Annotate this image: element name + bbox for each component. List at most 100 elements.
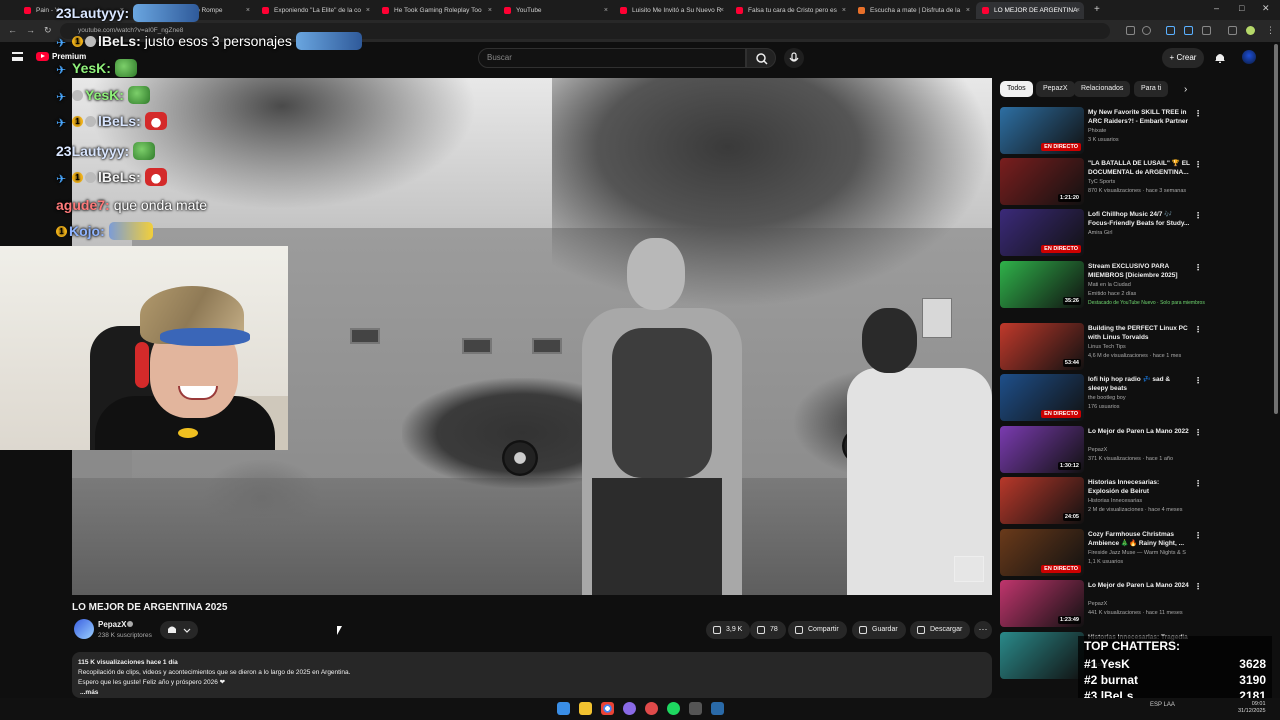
subscription-bell-button[interactable] [160,621,198,639]
filter-chip[interactable]: PepazX [1036,81,1075,97]
video-thumbnail[interactable]: 1:23:49 [1000,580,1084,627]
like-button[interactable]: 3,9 K [706,621,751,639]
filter-chip[interactable]: Relacionados [1074,81,1131,97]
more-actions-button[interactable]: ··· [974,621,992,639]
app-icon[interactable] [689,702,702,715]
video-title-link[interactable]: My New Favorite SKILL TREE in ARC Raider… [1088,108,1192,126]
share-button[interactable]: Compartir [788,621,847,639]
sidebar-icon[interactable] [1228,26,1237,35]
more-options-icon[interactable]: ⋮ [1194,263,1202,272]
reload-icon[interactable]: ↻ [44,25,52,36]
chevron-right-icon[interactable]: › [1184,84,1187,95]
more-options-icon[interactable]: ⋮ [1194,428,1202,437]
extensions-puzzle-icon[interactable] [1202,26,1211,35]
back-icon[interactable]: ← [8,25,17,35]
cast-icon[interactable] [1126,26,1135,35]
recommended-video[interactable]: EN DIRECTO My New Favorite SKILL TREE in … [1000,107,1202,155]
maximize-button[interactable]: □ [1239,3,1244,13]
close-tab-icon[interactable]: × [366,7,370,14]
system-clock[interactable]: 09:01 31/12/2025 [1238,701,1266,715]
video-thumbnail[interactable]: 24:05 [1000,477,1084,524]
video-title-link[interactable]: Stream EXCLUSIVO PARA MIEMBROS [Diciembr… [1088,262,1192,280]
recommended-video[interactable]: 1:21:20 "LA BATALLA DE LUSAIL" 🏆 EL DOCUM… [1000,158,1202,206]
profile-avatar[interactable] [1246,26,1255,35]
show-more-link[interactable]: ...más [78,688,986,698]
video-thumbnail[interactable]: 35:26 [1000,261,1084,308]
browser-tab[interactable]: Exponiendo "La Elite" de la co × [256,2,374,19]
discord-icon[interactable] [623,702,636,715]
close-tab-icon[interactable]: × [488,7,492,14]
dislike-button[interactable]: 78 [750,621,786,639]
more-options-icon[interactable]: ⋮ [1194,211,1202,220]
filter-chip[interactable]: Para ti [1134,81,1169,97]
more-options-icon[interactable]: ⋮ [1194,376,1202,385]
more-options-icon[interactable]: ⋮ [1194,325,1202,334]
recommended-video[interactable]: 1:23:49 Lo Mejor de Paren La Mano 2024 Pep… [1000,580,1202,628]
video-thumbnail[interactable]: EN DIRECTO [1000,374,1084,421]
video-title-link[interactable]: lofi hip hop radio 💤 sad & sleepy beats [1088,375,1192,393]
recommended-video[interactable]: EN DIRECTO Cozy Farmhouse Christmas Ambie… [1000,529,1202,577]
browser-tab[interactable]: Escucha a mate | Disfruta de la × [852,2,974,19]
app-icon[interactable] [645,702,658,715]
youtube-logo-icon[interactable] [36,52,49,61]
page-scrollbar[interactable] [1274,44,1278,414]
more-options-icon[interactable]: ⋮ [1194,531,1202,540]
search-button[interactable] [746,48,776,68]
steam-icon[interactable] [711,702,724,715]
video-title-link[interactable]: "LA BATALLA DE LUSAIL" 🏆 EL DOCUMENTAL d… [1088,159,1192,177]
video-title-link[interactable]: Lo Mejor de Paren La Mano 2022 [1088,427,1192,436]
video-title-link[interactable]: Lo Mejor de Paren La Mano 2024 [1088,581,1192,590]
video-title-link[interactable]: Historias Innecesarias: Explosión de Bei… [1088,478,1192,496]
video-thumbnail[interactable]: EN DIRECTO [1000,107,1084,154]
recommended-video[interactable]: 53:44 Building the PERFECT Linux PC with … [1000,323,1202,371]
close-tab-icon[interactable]: × [720,7,724,14]
recommended-video[interactable]: 24:05 Historias Innecesarias: Explosión d… [1000,477,1202,525]
close-tab-icon[interactable]: × [966,7,970,14]
create-button[interactable]: + Crear [1162,48,1204,68]
minimize-button[interactable]: – [1214,3,1219,13]
download-button[interactable]: Descargar [910,621,971,639]
recommended-video[interactable]: EN DIRECTO lofi hip hop radio 💤 sad & sle… [1000,374,1202,422]
browser-menu-icon[interactable]: ⋮ [1266,25,1275,36]
new-tab-button[interactable]: + [1094,4,1100,15]
video-thumbnail[interactable]: 1:30:12 [1000,426,1084,473]
more-options-icon[interactable]: ⋮ [1194,479,1202,488]
close-tab-icon[interactable]: × [1076,7,1080,14]
channel-avatar[interactable] [74,619,94,639]
more-options-icon[interactable]: ⋮ [1194,160,1202,169]
browser-tab[interactable]: He Took Gaming Roleplay Too × [376,2,496,19]
video-thumbnail[interactable]: 1:21:20 [1000,158,1084,205]
bell-icon[interactable] [1214,51,1226,63]
voice-search-button[interactable] [784,48,804,68]
video-title-link[interactable]: Cozy Farmhouse Christmas Ambience 🎄🔥 Rai… [1088,530,1192,548]
file-explorer-icon[interactable] [579,702,592,715]
close-tab-icon[interactable]: × [604,7,608,14]
channel-name[interactable]: PepazX [98,620,126,629]
video-title-link[interactable]: Lofi Chillhop Music 24/7 🎶 Focus-Friendl… [1088,210,1192,228]
filter-chip[interactable]: Todos [1000,81,1033,97]
browser-tab[interactable]: Falsa tu cara de Cristo pero es × [730,2,850,19]
start-menu-icon[interactable] [557,702,570,715]
video-thumbnail[interactable] [1000,632,1084,679]
extension-icon[interactable] [1184,26,1193,35]
chrome-icon[interactable] [601,702,614,715]
spotify-icon[interactable] [667,702,680,715]
bookmark-star-icon[interactable] [1142,26,1151,35]
close-tab-icon[interactable]: × [842,7,846,14]
more-options-icon[interactable]: ⋮ [1194,582,1202,591]
close-tab-icon[interactable]: × [246,7,250,14]
menu-icon[interactable] [12,52,23,61]
close-window-button[interactable]: ✕ [1262,3,1270,14]
browser-tab[interactable]: YouTube × [498,2,612,19]
video-description[interactable]: 115 K visualizaciones hace 1 día Recopil… [72,652,992,698]
video-thumbnail[interactable]: EN DIRECTO [1000,209,1084,256]
video-thumbnail[interactable]: 53:44 [1000,323,1084,370]
search-input[interactable]: Buscar [478,48,746,68]
save-button[interactable]: Guardar [852,621,906,639]
browser-tab[interactable]: LO MEJOR DE ARGENTINA × [976,2,1084,19]
extension-icon[interactable] [1166,26,1175,35]
more-options-icon[interactable]: ⋮ [1194,109,1202,118]
video-thumbnail[interactable]: EN DIRECTO [1000,529,1084,576]
recommended-video[interactable]: 1:30:12 Lo Mejor de Paren La Mano 2022 Pep… [1000,426,1202,474]
forward-icon[interactable]: → [26,25,35,35]
